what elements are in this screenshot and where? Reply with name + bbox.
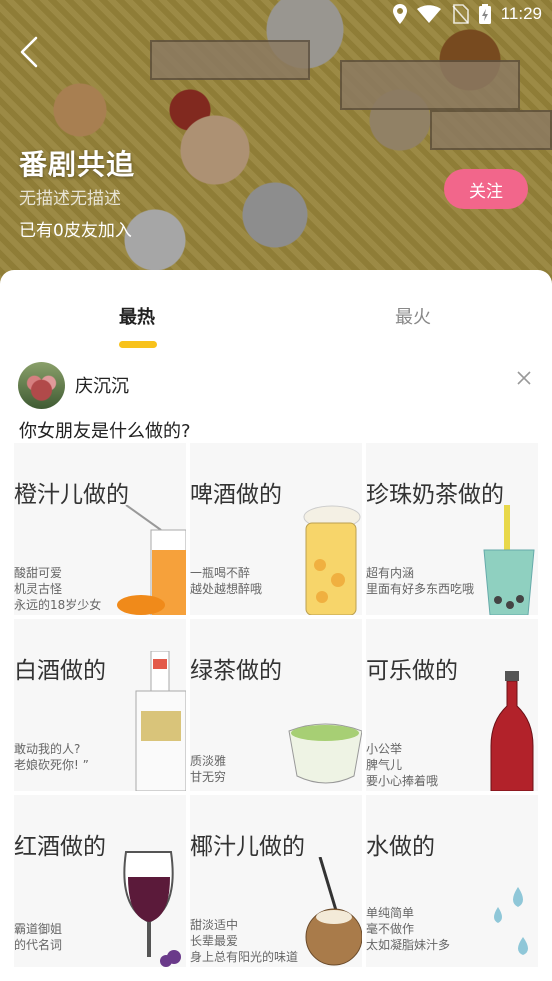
post-image[interactable]: 橙汁儿做的 酸甜可爱 机灵古怪 永远的18岁少女	[14, 443, 186, 615]
image-caption-line: 小公举	[366, 742, 403, 756]
image-caption-line: 一瓶喝不醉	[190, 566, 251, 580]
status-bar: 11:29	[0, 0, 552, 34]
active-tab-indicator	[119, 341, 157, 348]
image-caption-title: 珍珠奶茶做的	[366, 482, 504, 508]
post-image[interactable]: 红酒做的 霸道御姐 的代名词	[14, 795, 186, 967]
follow-button[interactable]: 关注	[444, 169, 528, 209]
post-text: 你女朋友是什么做的?	[19, 421, 191, 442]
image-caption-line: 超有内涵	[366, 566, 415, 580]
bubble-tea-illustration	[483, 505, 535, 615]
post-username[interactable]: 庆沉沉	[75, 372, 129, 398]
image-caption-line: 脾气儿	[366, 758, 403, 772]
feed-tabs: 最热 最火	[0, 270, 552, 350]
post-image[interactable]: 啤酒做的 一瓶喝不醉 越处越想醉哦	[190, 443, 362, 615]
post-image[interactable]: 珍珠奶茶做的 超有内涵 里面有好多东西吃哦	[366, 443, 538, 615]
back-button[interactable]	[12, 34, 46, 70]
image-caption-line: 越处越想醉哦	[190, 582, 263, 596]
no-sim-icon	[452, 4, 469, 24]
image-caption-title: 水做的	[366, 834, 435, 860]
image-caption-title: 橙汁儿做的	[14, 482, 129, 508]
image-caption-title: 椰汁儿做的	[190, 834, 305, 860]
image-caption-line: 身上总有阳光的味道	[190, 950, 299, 964]
image-caption-title: 红酒做的	[14, 834, 106, 860]
post-image[interactable]: 白酒做的 敢动我的人? 老娘砍死你! ”	[14, 619, 186, 791]
post-image[interactable]: 可乐做的 小公举 脾气儿 要小心捧着哦	[366, 619, 538, 791]
beer-illustration	[303, 505, 361, 615]
group-member-count: 已有0皮友加入	[19, 221, 132, 241]
image-caption-line: 太如凝脂妹汁多	[366, 938, 451, 952]
close-icon	[517, 371, 531, 385]
group-description: 无描述无描述	[19, 189, 121, 209]
image-caption-line: 的代名词	[14, 938, 63, 952]
avatar[interactable]	[18, 362, 65, 409]
image-caption-line: 老娘砍死你! ”	[14, 758, 89, 772]
baijiu-bottle-illustration	[135, 651, 186, 791]
cola-bottle-illustration	[490, 671, 534, 791]
image-caption-line: 要小心捧着哦	[366, 774, 439, 788]
image-caption-line: 甜淡适中	[190, 918, 239, 932]
post-image-grid: 橙汁儿做的 酸甜可爱 机灵古怪 永远的18岁少女 啤酒做的 一瓶喝不醉 越处越想…	[14, 443, 538, 967]
tab-hottest[interactable]: 最热	[119, 303, 155, 329]
image-caption-title: 绿茶做的	[190, 658, 282, 684]
red-wine-glass-illustration	[123, 851, 181, 967]
back-arrow-icon	[20, 36, 38, 68]
image-caption-line: 单纯简单	[366, 906, 415, 920]
post-feed: 最热 最火 庆沉沉 你女朋友是什么做的? 橙汁儿做的 酸甜可爱 机灵古怪 永远的…	[0, 270, 552, 981]
orange-juice-illustration	[117, 505, 186, 615]
water-drops-illustration	[494, 887, 528, 955]
image-caption-line: 霸道御姐	[14, 922, 63, 936]
image-caption-title: 白酒做的	[14, 658, 106, 684]
image-caption-line: 里面有好多东西吃哦	[366, 582, 475, 596]
status-time: 11:29	[500, 4, 542, 23]
location-icon	[392, 4, 407, 24]
image-caption-line: 甘无穷	[190, 770, 227, 784]
tab-most-popular[interactable]: 最火	[395, 303, 431, 329]
image-caption-line: 质淡雅	[190, 754, 227, 768]
screen: 11:29 番剧共追 无描述无描述 已有0皮友加入 关注 最热 最火 庆沉沉 你…	[0, 0, 552, 981]
post-image[interactable]: 椰汁儿做的 甜淡适中 长辈最爱 身上总有阳光的味道	[190, 795, 362, 967]
group-title: 番剧共追	[19, 148, 136, 181]
image-caption-line: 酸甜可爱	[14, 566, 63, 580]
dismiss-post-button[interactable]	[512, 366, 536, 390]
wifi-icon	[416, 5, 441, 23]
image-caption-line: 长辈最爱	[190, 934, 239, 948]
battery-charging-icon	[478, 4, 491, 24]
image-caption-title: 啤酒做的	[190, 482, 282, 508]
green-tea-cup-illustration	[288, 723, 362, 784]
post-header: 庆沉沉	[0, 360, 552, 410]
post-image[interactable]: 水做的 单纯简单 毫不做作 太如凝脂妹汁多	[366, 795, 538, 967]
image-caption-line: 机灵古怪	[14, 582, 63, 596]
image-caption-title: 可乐做的	[366, 658, 458, 684]
image-caption-line: 敢动我的人?	[14, 742, 81, 756]
image-caption-line: 毫不做作	[366, 922, 415, 936]
image-caption-line: 永远的18岁少女	[14, 598, 102, 612]
post-image[interactable]: 绿茶做的 质淡雅 甘无穷	[190, 619, 362, 791]
coconut-illustration	[305, 857, 362, 966]
